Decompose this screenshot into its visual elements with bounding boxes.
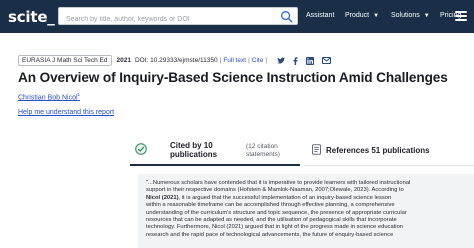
citations-panel: Cited by 10 publications (12 citation st… <box>130 132 474 248</box>
nav-assistant[interactable]: Assistant <box>306 12 334 19</box>
nav-product[interactable]: Product ▼ <box>345 12 379 19</box>
linkedin-icon[interactable] <box>306 56 315 65</box>
nav-solutions-label: Solutions <box>391 12 420 19</box>
divider: | <box>265 57 268 64</box>
snippet-line: within a reasonable timeframe can be acc… <box>146 202 395 209</box>
snippet-line: understanding of the curriculum's struct… <box>146 209 407 216</box>
nav-solutions[interactable]: Solutions ▼ <box>391 12 430 19</box>
nav-pricing-label: Pricing <box>440 12 462 19</box>
paper-meta-row: EURASIA J Math Sci Tech Ed 2021 DOI: 10.… <box>18 55 332 66</box>
author-affiliation-marker: 1 <box>77 92 81 97</box>
references-label: References 51 publications <box>326 146 430 155</box>
journal-badge[interactable]: EURASIA J Math Sci Tech Ed <box>18 55 112 66</box>
search-box <box>58 7 298 28</box>
scite-logo[interactable]: scite_ <box>8 8 55 26</box>
help-understand-link[interactable]: Help me understand this report <box>18 109 114 116</box>
cite-link[interactable]: Cite <box>252 57 264 64</box>
citation-icon <box>135 143 147 155</box>
nav-product-label: Product <box>345 12 370 19</box>
snippet-highlight: Nicol (2021) <box>146 194 179 201</box>
author-name: Christian Bob Nicol <box>18 94 78 102</box>
page-title: An Overview of Inquiry-Based Science Ins… <box>18 70 448 85</box>
chevron-down-icon: ▼ <box>373 12 380 19</box>
top-navigation-bar: scite_ Assistant Product▼ Solutions▼ <box>0 0 474 33</box>
twitter-icon[interactable] <box>277 57 286 64</box>
snippet-line: research and the rapid pace of technolog… <box>146 231 394 238</box>
facebook-icon[interactable] <box>293 56 298 65</box>
chevron-down-icon: ▼ <box>423 12 430 19</box>
nav-pricing[interactable]: Pricing <box>440 12 461 19</box>
publication-year: 2021 <box>116 57 131 64</box>
divider: | <box>248 57 250 64</box>
tab-references[interactable]: References 51 publications <box>304 134 474 166</box>
references-icon <box>312 144 321 155</box>
share-icons <box>277 56 332 65</box>
nav-assistant-label: Assistant <box>306 12 335 19</box>
cited-by-label: Cited by 10 publications <box>170 141 218 159</box>
citation-statements-count: (12 citation statements) <box>246 143 280 158</box>
citation-snippet-card: "...Numerous scholars have contended tha… <box>138 174 474 248</box>
email-icon[interactable] <box>322 57 332 64</box>
divider: | <box>219 57 222 64</box>
doi-text[interactable]: DOI: 10.29333/ejmste/11350 <box>135 57 218 64</box>
tab-cited-by[interactable]: Cited by 10 publications (12 citation st… <box>130 134 300 166</box>
search-input[interactable] <box>59 11 269 28</box>
search-icon[interactable] <box>280 10 293 23</box>
snippet-line: technology. Furthermore, Nicol (2021) ar… <box>146 224 404 231</box>
snippet-line: resources that can be adapted as needed,… <box>146 217 397 224</box>
snippet-line: Nicol (2021), it is argued that the succ… <box>146 195 466 202</box>
author-link[interactable]: Christian Bob Nicol1 <box>18 92 80 101</box>
full-text-link[interactable]: Full text <box>223 57 246 64</box>
snippet-line: support in their respective domains (Hof… <box>146 187 404 194</box>
snippet-text: , it is argued that the successful imple… <box>178 194 392 201</box>
snippet-line: "...Numerous scholars have contended tha… <box>146 180 411 186</box>
